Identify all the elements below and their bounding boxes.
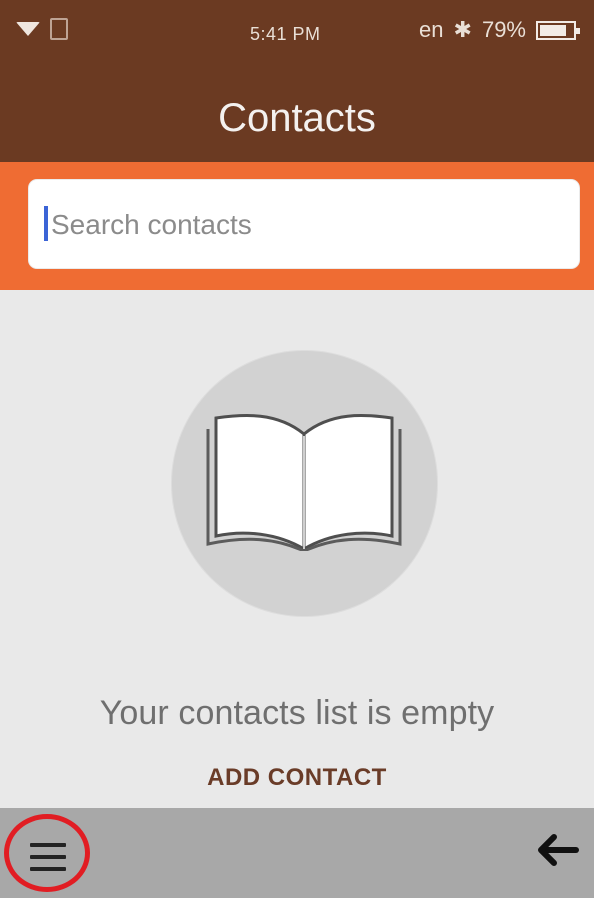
status-time: 5:41 PM: [250, 24, 321, 44]
empty-contacts-content: Your contacts list is empty ADD CONTACT: [0, 290, 594, 808]
hamburger-menu-icon[interactable]: [30, 842, 66, 874]
menu-line: [30, 855, 66, 859]
add-contact-button[interactable]: ADD CONTACT: [0, 764, 594, 792]
menu-button[interactable]: [4, 814, 90, 892]
language-indicator: en: [419, 17, 444, 42]
wifi-icon: [16, 22, 40, 36]
menu-line: [30, 843, 66, 847]
status-bar: 5:41 PM en ✱ 79%: [0, 0, 594, 74]
back-arrow-icon[interactable]: [537, 831, 582, 869]
page-title: Contacts: [218, 96, 376, 140]
bluetooth-icon: ✱: [453, 17, 472, 42]
app-header: Contacts: [0, 74, 594, 162]
empty-contacts-message: Your contacts list is empty: [99, 694, 495, 732]
text-cursor: [44, 206, 48, 241]
sim-card-icon: [50, 18, 68, 40]
menu-line: [30, 867, 66, 871]
search-area: [0, 162, 594, 290]
search-field-container[interactable]: [28, 179, 580, 269]
battery-icon: [536, 20, 580, 40]
bottom-navigation: [0, 808, 594, 898]
open-book-icon: [206, 414, 402, 551]
search-input[interactable]: [49, 198, 553, 252]
status-left: [16, 18, 68, 40]
status-right: en ✱ 79%: [419, 17, 580, 43]
battery-percentage: 79%: [481, 17, 526, 42]
empty-state-circle: [171, 350, 438, 617]
